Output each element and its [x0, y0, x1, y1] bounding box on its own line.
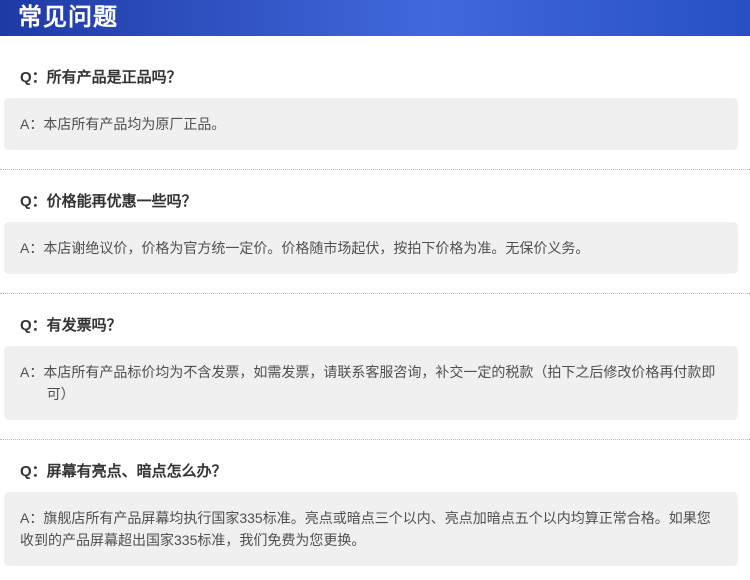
faq-answer-box: A：旗舰店所有产品屏幕均执行国家335标准。亮点或暗点三个以内、亮点加暗点五个以…: [4, 492, 738, 566]
faq-item-screen-pixels: Q：屏幕有亮点、暗点怎么办？ A：旗舰店所有产品屏幕均执行国家335标准。亮点或…: [0, 439, 750, 580]
faq-item-invoice: Q：有发票吗？ A：本店所有产品标价均为不含发票，如需发票，请联系客服咨询，补交…: [0, 293, 750, 439]
faq-question: Q：屏幕有亮点、暗点怎么办？: [20, 463, 227, 480]
faq-answer: A：本店所有产品标价均为不含发票，如需发票，请联系客服咨询，补交一定的税款（拍下…: [20, 364, 716, 402]
faq-answer-box: A：本店谢绝议价，价格为官方统一定价。价格随市场起伏，按拍下价格为准。无保价义务…: [4, 222, 738, 274]
faq-answer-box: A：本店所有产品标价均为不含发票，如需发票，请联系客服咨询，补交一定的税款（拍下…: [4, 346, 738, 420]
page-title: 常见问题: [18, 4, 118, 31]
faq-page: 常见问题 Q：所有产品是正品吗？ A：本店所有产品均为原厂正品。 Q：价格能再优…: [0, 0, 750, 580]
faq-header-banner: 常见问题: [0, 0, 750, 36]
faq-item-authenticity: Q：所有产品是正品吗？ A：本店所有产品均为原厂正品。: [0, 36, 750, 169]
faq-answer: A：旗舰店所有产品屏幕均执行国家335标准。亮点或暗点三个以内、亮点加暗点五个以…: [20, 510, 711, 548]
faq-question: Q：所有产品是正品吗？: [20, 69, 182, 86]
faq-item-discount: Q：价格能再优惠一些吗？ A：本店谢绝议价，价格为官方统一定价。价格随市场起伏，…: [0, 169, 750, 293]
faq-question: Q：有发票吗？: [20, 317, 122, 334]
faq-answer-box: A：本店所有产品均为原厂正品。: [4, 98, 738, 150]
faq-list: Q：所有产品是正品吗？ A：本店所有产品均为原厂正品。 Q：价格能再优惠一些吗？…: [0, 36, 750, 580]
faq-answer: A：本店谢绝议价，价格为官方统一定价。价格随市场起伏，按拍下价格为准。无保价义务…: [20, 240, 590, 256]
faq-answer: A：本店所有产品均为原厂正品。: [20, 116, 226, 132]
faq-question: Q：价格能再优惠一些吗？: [20, 193, 197, 210]
